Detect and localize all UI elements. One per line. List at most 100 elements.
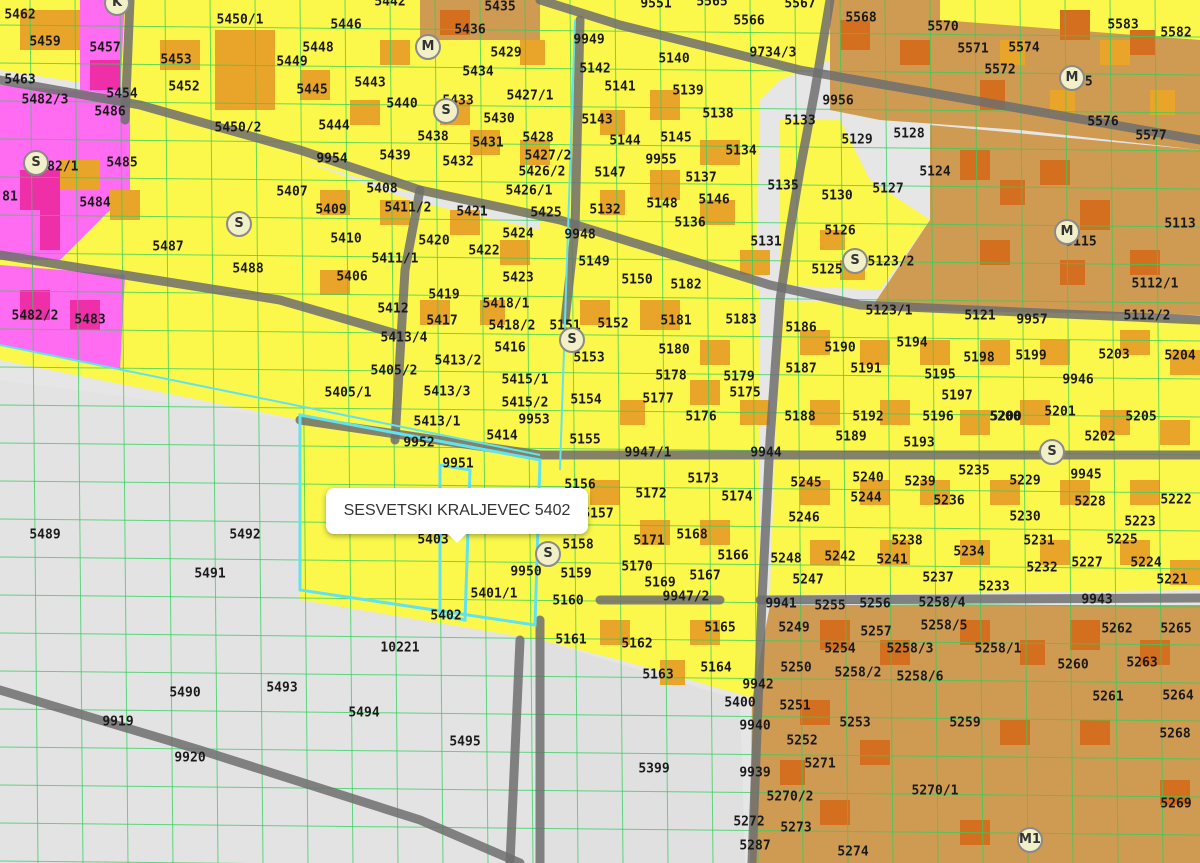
building [110, 190, 140, 220]
parcel-label: 5238 [891, 533, 923, 549]
parcel-label: 5179 [723, 369, 755, 385]
parcel-label: 5236 [933, 493, 965, 509]
parcel-label: 5411/1 [371, 251, 419, 267]
parcel-label: 5197 [941, 388, 973, 404]
parcel-label: 9944 [750, 445, 782, 461]
parcel-label: 5442 [374, 0, 406, 10]
parcel-label: 5425 [530, 205, 562, 221]
building [1130, 250, 1160, 275]
parcel-label: 9951 [442, 456, 474, 472]
parcel-label: 9551 [640, 0, 672, 12]
parcel-label: 5188 [784, 409, 816, 425]
parcel-label: 5416 [494, 340, 526, 356]
parcel-label: 5574 [1008, 40, 1040, 56]
parcel-label: 5418/1 [482, 296, 530, 312]
parcel-label: 5135 [767, 178, 799, 194]
building [700, 340, 730, 365]
parcel-label: 5400 [724, 695, 756, 711]
parcel-label: 5453 [160, 52, 192, 68]
parcel-label: 5419 [428, 287, 460, 303]
parcel-label: 9919 [102, 714, 134, 730]
parcel-label: 5169 [644, 575, 676, 591]
building [1040, 160, 1070, 185]
parcel-label: 5191 [850, 361, 882, 377]
building [820, 800, 850, 825]
parcel-label: 5403 [417, 532, 449, 548]
parcel-label: 5410 [330, 231, 362, 247]
parcel-label: 5186 [785, 320, 817, 336]
parcel-label: 5264 [1162, 688, 1194, 704]
parcel-label: 5572 [984, 62, 1016, 78]
parcel-label: 5205 [1125, 409, 1157, 425]
parcel-label: 5176 [685, 409, 717, 425]
map-canvas[interactable] [0, 0, 1200, 863]
parcel-label: 5153 [573, 350, 605, 366]
parcel-label: 5133 [784, 113, 816, 129]
parcel-label: 5246 [788, 510, 820, 526]
parcel-label: 5420 [418, 233, 450, 249]
parcel-label: 5426/1 [505, 183, 553, 199]
parcel-label: 5438 [417, 129, 449, 145]
parcel-label: 5146 [698, 192, 730, 208]
parcel-label: 5251 [779, 698, 811, 714]
parcel-label: 5482/2 [11, 308, 59, 324]
parcel-label: 5256 [859, 596, 891, 612]
parcel-label: 5250 [780, 660, 812, 676]
parcel-label: 5272 [733, 814, 765, 830]
parcel-label: 5235 [958, 463, 990, 479]
parcel-label: 9947/1 [624, 445, 672, 461]
parcel-label: 5173 [687, 471, 719, 487]
parcel-label: 5182 [670, 277, 702, 293]
parcel-label: 5239 [904, 474, 936, 490]
building [960, 150, 990, 180]
parcel-label: 5443 [354, 75, 386, 91]
parcel-label: 5152 [597, 316, 629, 332]
parcel-label: 5128 [893, 126, 925, 142]
building [900, 40, 930, 65]
parcel-label: 5183 [725, 312, 757, 328]
parcel-label: 5435 [484, 0, 516, 15]
building [1150, 90, 1175, 115]
building [380, 40, 410, 65]
parcel-label: 5193 [903, 435, 935, 451]
parcel-label: 5262 [1101, 621, 1133, 637]
parcel-label: 5494 [348, 705, 380, 721]
parcel-label: 5199 [1015, 348, 1047, 364]
parcel-label: 5123/2 [867, 254, 915, 270]
parcel-label: 5399 [638, 761, 670, 777]
parcel-label: 5148 [646, 196, 678, 212]
parcel-label: 5140 [658, 51, 690, 67]
parcel-label: 5142 [579, 61, 611, 77]
parcel-label: 5409 [315, 202, 347, 218]
parcel-label: 5172 [635, 486, 667, 502]
parcel-label: 5223 [1124, 514, 1156, 530]
parcel-label: 5222 [1160, 492, 1192, 508]
parcel-label: 5459 [29, 34, 61, 50]
parcel-label: 5231 [1023, 533, 1055, 549]
parcel-label: 5228 [1074, 494, 1106, 510]
zone-symbol-icon: M [1059, 65, 1085, 91]
parcel-label: 5484 [79, 195, 111, 211]
parcel-label: 5162 [621, 636, 653, 652]
parcel-label: 9957 [1016, 312, 1048, 328]
parcel-label: 5424 [502, 226, 534, 242]
cadastral-map[interactable]: 5462 5459 5457 5463 5482/3 5486 5454 5482/1 5485… [0, 0, 1200, 863]
parcel-label: 5163 [642, 667, 674, 683]
building [960, 410, 990, 435]
parcel-label: 5413/3 [423, 384, 471, 400]
parcel-label: 9942 [742, 677, 774, 693]
parcel-label: 5237 [922, 570, 954, 586]
parcel-label: 9950 [510, 564, 542, 580]
parcel-label: 5134 [725, 143, 757, 159]
parcel-label: 5242 [824, 549, 856, 565]
parcel-label: 5194 [896, 335, 928, 351]
building [740, 250, 770, 275]
parcel-label: 5259 [949, 715, 981, 731]
zone-symbol-icon: M [1054, 219, 1080, 245]
parcel-label: 5175 [729, 385, 761, 401]
parcel-label: 5232 [1026, 560, 1058, 576]
parcel-label: 5486 [94, 104, 126, 120]
parcel-label: 5446 [330, 17, 362, 33]
parcel-label: 5112/2 [1123, 308, 1171, 324]
parcel-label: 5582 [1160, 25, 1192, 41]
